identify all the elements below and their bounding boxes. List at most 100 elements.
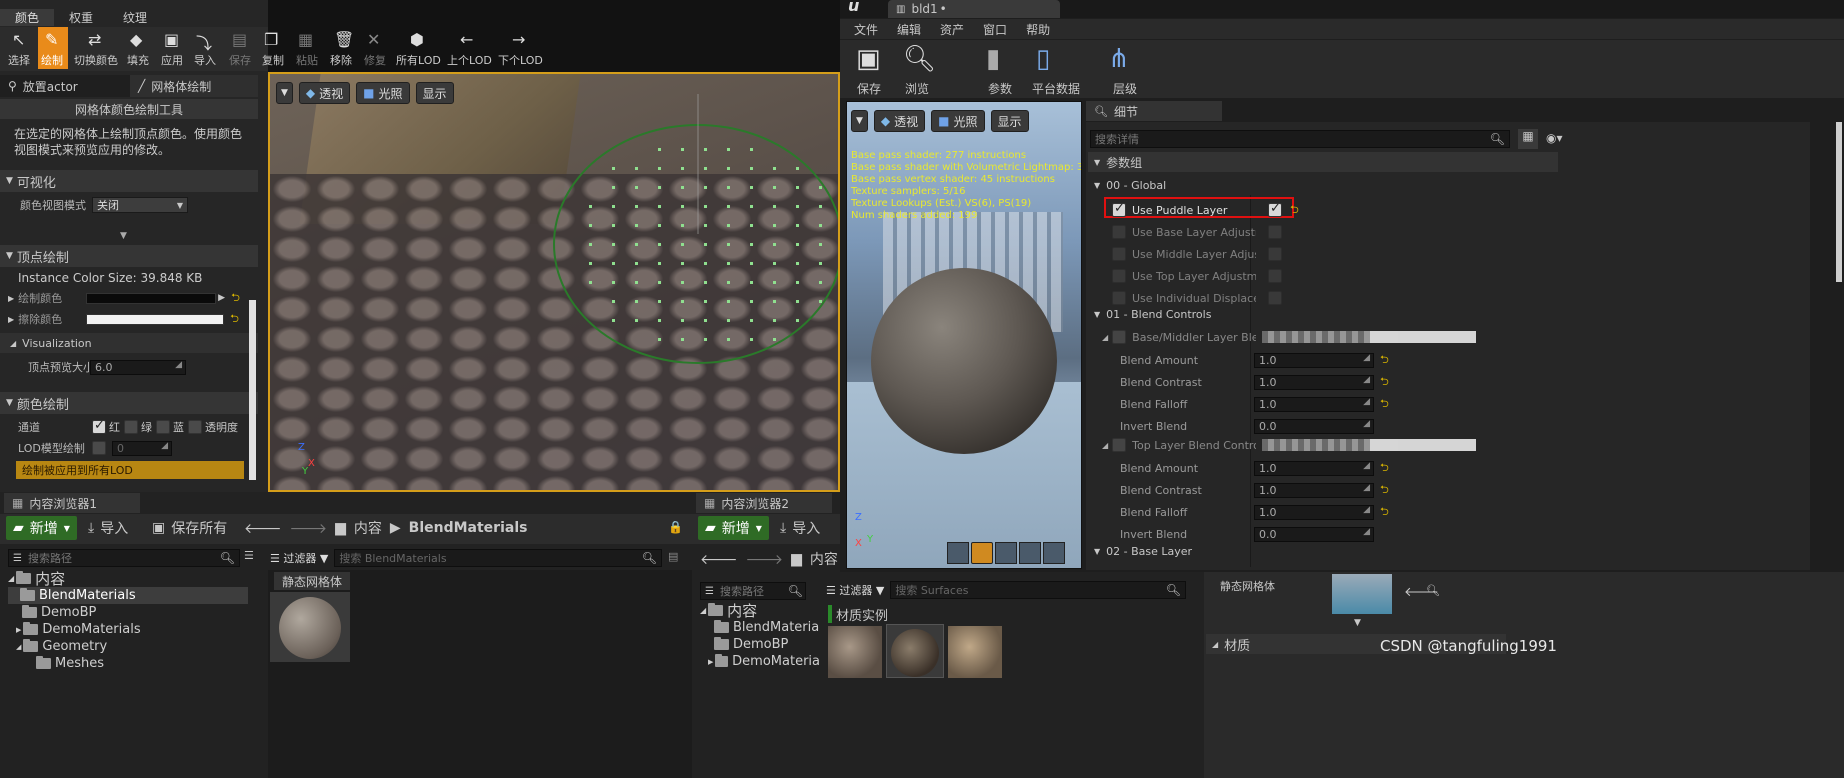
back-arrow-icon[interactable]: 🡐 — [244, 520, 282, 537]
red-channel-checkbox[interactable] — [92, 418, 106, 434]
material-thumb-1[interactable] — [828, 626, 882, 678]
content-browser-1-tab[interactable]: ▦ 内容浏览器1 — [4, 493, 140, 513]
menu-help[interactable]: 帮助 — [1026, 21, 1050, 38]
reset-icon[interactable]: ⮌ — [1380, 373, 1389, 392]
preview-options-button[interactable]: ▼ — [851, 110, 868, 132]
visualization-section-header[interactable]: ▼ 可视化 — [0, 170, 258, 192]
tree-item-demobp[interactable]: DemoBP — [8, 604, 248, 621]
swap-color-icon[interactable]: ⇄ — [88, 30, 101, 49]
tool-prev-lod-label[interactable]: 上个LOD — [447, 52, 492, 68]
tool-save-label[interactable]: 保存 — [229, 52, 251, 68]
color-pick-arrow-icon[interactable]: ▶ — [218, 293, 225, 303]
reset-icon[interactable]: ⮌ — [230, 310, 239, 329]
viewport-options-button[interactable]: ▼ — [276, 82, 293, 104]
select-icon[interactable]: ↖ — [12, 30, 25, 49]
menu-file[interactable]: 文件 — [854, 21, 878, 38]
forward-arrow-icon[interactable]: 🡒 — [290, 520, 328, 537]
tree-item-content[interactable]: ◢ 内容 — [700, 602, 820, 620]
override-checkbox[interactable] — [1112, 291, 1126, 305]
tool-fill-label[interactable]: 填充 — [127, 52, 149, 68]
reset-icon[interactable]: ⮌ — [1380, 351, 1389, 370]
color-view-mode-dropdown[interactable]: 关闭 ▼ — [92, 197, 188, 213]
tool-remove-label[interactable]: 移除 — [330, 52, 352, 68]
reset-icon[interactable]: ⮌ — [1290, 201, 1299, 220]
cb1-path-search[interactable]: ☰ 搜索路径 🔍︎ — [8, 549, 240, 567]
hierarchy-icon[interactable]: ⋔ — [1108, 44, 1130, 74]
value-checkbox[interactable] — [1268, 269, 1282, 283]
preview-perspective-button[interactable]: ◆ 透视 — [873, 110, 926, 132]
tree-item-demomaterials[interactable]: ▶ DemoMateria — [700, 653, 820, 670]
tree-item-blendmaterials[interactable]: BlendMaterials — [8, 587, 248, 604]
reset-icon[interactable]: ⮌ — [231, 289, 240, 308]
breadcrumb-blendmaterials[interactable]: BlendMaterials — [409, 520, 528, 536]
parameters-icon[interactable]: ▮ — [986, 44, 1000, 74]
cb1-new-button[interactable]: ▰ 新增 ▼ — [6, 516, 77, 540]
filter-dropdown[interactable]: ☰ 过滤器 ▼ — [270, 550, 328, 566]
cube-shape-button[interactable] — [1019, 542, 1041, 564]
white-swatch[interactable] — [1370, 439, 1477, 451]
cb2-asset-search[interactable]: 搜索 Surfaces 🔍︎ — [890, 581, 1186, 599]
tool-paste-label[interactable]: 粘贴 — [296, 52, 318, 68]
reset-icon[interactable]: ⮌ — [1380, 395, 1389, 414]
tree-item-blendmaterials[interactable]: BlendMateria — [700, 619, 820, 636]
tree-item-demomaterials[interactable]: ▶ DemoMaterials — [8, 621, 248, 638]
material-thumb-2[interactable] — [886, 624, 944, 678]
tool-select-label[interactable]: 选择 — [8, 52, 30, 68]
paste-icon[interactable]: ▦ — [298, 30, 313, 49]
asset-thumbnail-sphere[interactable] — [270, 592, 350, 662]
paint-brush-icon[interactable]: ✎ — [45, 30, 58, 49]
reset-icon[interactable]: ⮌ — [1380, 459, 1389, 478]
details-tab[interactable]: 🔍︎ 细节 — [1086, 101, 1222, 121]
blend-controls-group-header[interactable]: ▼ 01 - Blend Controls — [1088, 305, 1211, 323]
paint-color-swatch[interactable] — [86, 292, 217, 304]
perspective-button[interactable]: ◆ 透视 — [298, 82, 351, 104]
blend-amount-input[interactable]: 1.0 — [1254, 460, 1374, 476]
cb1-asset-search[interactable]: 搜索 BlendMaterials 🔍︎ — [334, 549, 662, 567]
toolbar-save-label[interactable]: 保存 — [857, 80, 881, 97]
cb1-save-all-button[interactable]: ▣ 保存所有 — [152, 518, 227, 538]
cylinder-shape-button[interactable] — [947, 542, 969, 564]
filter-dropdown[interactable]: ☰ 过滤器 ▼ — [826, 582, 884, 598]
all-lod-icon[interactable]: ⬢ — [410, 30, 424, 49]
tool-copy-label[interactable]: 复制 — [262, 52, 284, 68]
cb1-sources-menu-icon[interactable]: ☰ — [244, 549, 254, 562]
value-checkbox[interactable] — [1268, 225, 1282, 239]
copy-icon[interactable]: ❐ — [264, 30, 278, 49]
value-checkbox[interactable] — [1268, 291, 1282, 305]
color-paint-section-header[interactable]: ▼ 颜色绘制 — [0, 392, 258, 414]
tool-import-label[interactable]: 导入 — [194, 52, 216, 68]
override-checkbox[interactable] — [1112, 438, 1127, 452]
material-preview-viewport[interactable]: ▼ ◆ 透视 ■ 光照 显示 Base pass shader: 277 instr… — [846, 101, 1082, 569]
value-checkbox[interactable] — [1268, 247, 1282, 261]
checker-swatch[interactable] — [1262, 331, 1371, 343]
blend-amount-input[interactable]: 1.0 — [1254, 352, 1374, 368]
lit-button[interactable]: ■ 光照 — [356, 82, 410, 104]
save-icon[interactable]: ▣ — [856, 44, 881, 74]
browse-icon[interactable]: 🔍︎ — [903, 44, 936, 74]
level-viewport[interactable]: ▼ ◆ 透视 ■ 光照 显示 Z X Y — [268, 72, 840, 492]
panel-scrollbar[interactable] — [249, 300, 256, 480]
editor-asset-tab[interactable]: ▥ bld1 • — [888, 0, 1060, 18]
vertex-paint-section-header[interactable]: ▼ 顶点绘制 — [0, 245, 258, 267]
override-checkbox[interactable] — [1112, 225, 1126, 239]
remove-icon[interactable]: 🗑 — [334, 30, 354, 49]
breadcrumb-content[interactable]: 内容 — [810, 549, 838, 569]
tool-next-lod-label[interactable]: 下个LOD — [498, 52, 543, 68]
tab-texture[interactable]: 纹理 — [108, 9, 162, 26]
override-checkbox[interactable] — [1112, 330, 1127, 344]
invert-blend-input[interactable]: 0.0 — [1254, 526, 1374, 542]
save-icon[interactable]: ▤ — [232, 30, 247, 49]
import-icon[interactable]: ⤵ — [196, 30, 212, 54]
tool-all-lod-label[interactable]: 所有LOD — [396, 52, 441, 68]
fix-icon[interactable]: ✕ — [367, 30, 380, 49]
reset-icon[interactable]: ⮌ — [1380, 481, 1389, 500]
tool-swap-color-label[interactable]: 切换颜色 — [74, 52, 118, 68]
menu-edit[interactable]: 编辑 — [897, 21, 921, 38]
toolbar-hierarchy-label[interactable]: 层级 — [1113, 80, 1137, 97]
menu-window[interactable]: 窗口 — [983, 21, 1007, 38]
cb2-import-button[interactable]: ⤓ 导入 — [780, 518, 820, 538]
white-swatch[interactable] — [1370, 331, 1477, 343]
tab-weight[interactable]: 权重 — [54, 9, 108, 26]
lod-paint-checkbox[interactable] — [92, 441, 106, 455]
override-checkbox[interactable] — [1112, 201, 1126, 217]
